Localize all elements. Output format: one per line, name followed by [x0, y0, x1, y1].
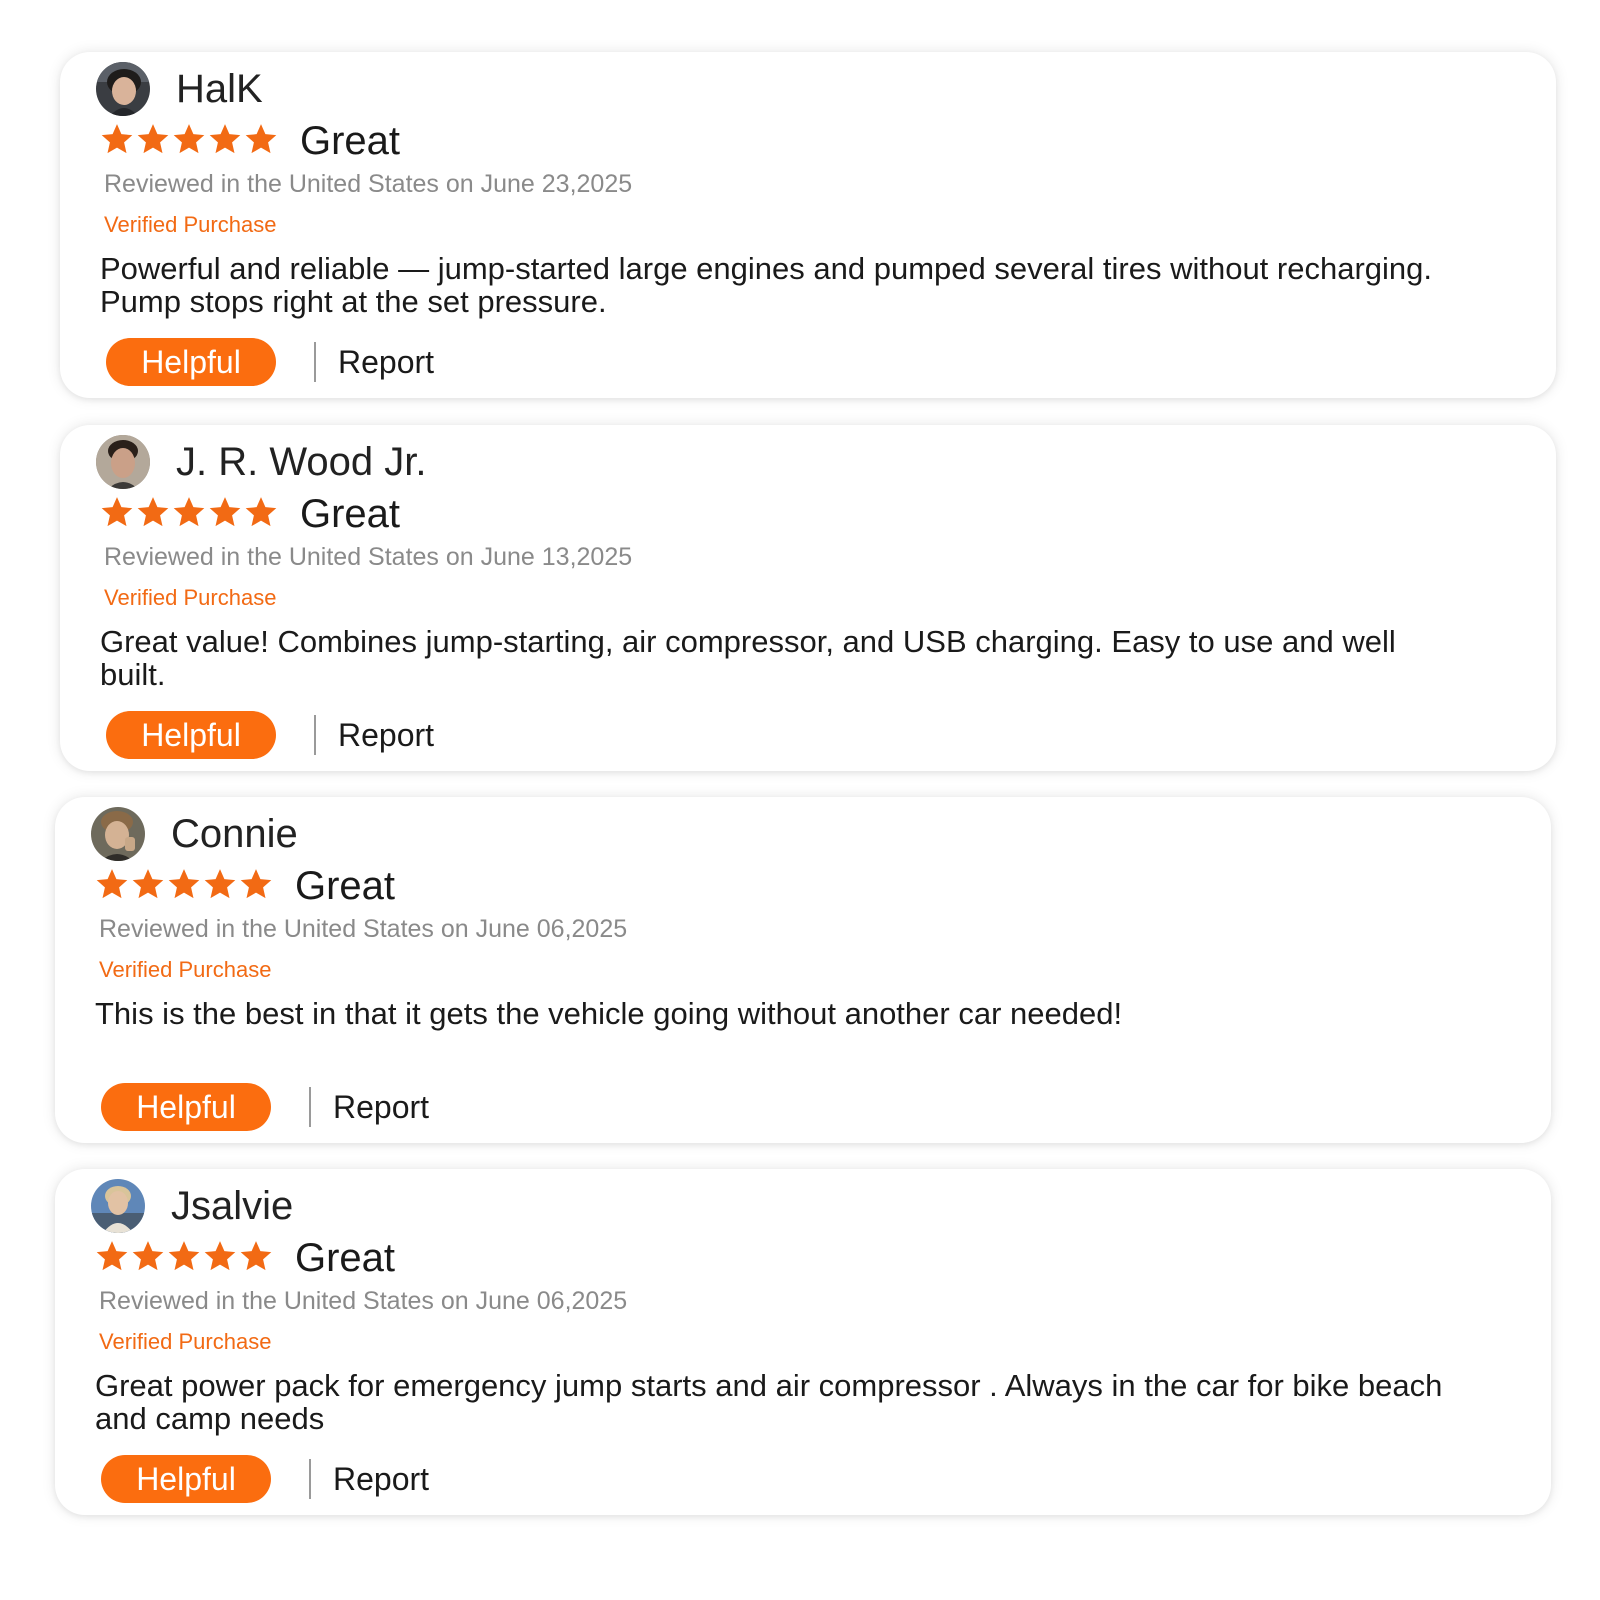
reviewer-name: Jsalvie: [171, 1184, 294, 1228]
review-date: Reviewed in the United States on June 06…: [99, 915, 628, 943]
star-icon: [168, 869, 200, 899]
review-body: Great value! Combines jump-starting, air…: [100, 624, 1396, 692]
divider: [309, 1459, 311, 1499]
star-icon: [96, 1241, 128, 1271]
review-date: Reviewed in the United States on June 23…: [104, 170, 633, 198]
report-link[interactable]: Report: [333, 1455, 429, 1503]
review-card: HalK Great Reviewed in the United States…: [60, 52, 1556, 398]
reviewer-name: J. R. Wood Jr.: [176, 440, 427, 484]
star-icon: [204, 1241, 236, 1271]
review-card: J. R. Wood Jr. Great Reviewed in the Uni…: [60, 425, 1556, 771]
review-body: Powerful and reliable — jump-started lar…: [100, 251, 1433, 319]
star-icon: [101, 497, 133, 527]
verified-purchase-badge: Verified Purchase: [99, 957, 272, 982]
helpful-button[interactable]: Helpful: [101, 1083, 271, 1131]
report-link[interactable]: Report: [338, 711, 434, 759]
star-icon: [173, 497, 205, 527]
star-rating: [95, 1239, 273, 1273]
star-icon: [245, 497, 277, 527]
review-headline: Great: [295, 864, 396, 908]
reviewer-avatar: [91, 1179, 145, 1233]
review-date: Reviewed in the United States on June 06…: [99, 1287, 628, 1315]
star-rating: [95, 867, 273, 901]
star-icon: [240, 1241, 272, 1271]
reviewer-name: HalK: [176, 67, 263, 111]
helpful-button[interactable]: Helpful: [101, 1455, 271, 1503]
divider: [314, 715, 316, 755]
star-icon: [137, 497, 169, 527]
review-headline: Great: [300, 119, 401, 163]
star-icon: [96, 869, 128, 899]
star-icon: [132, 1241, 164, 1271]
review-body: This is the best in that it gets the veh…: [95, 996, 1123, 1031]
star-icon: [245, 124, 277, 154]
report-link[interactable]: Report: [338, 338, 434, 386]
review-body: Great power pack for emergency jump star…: [95, 1368, 1443, 1436]
star-icon: [209, 497, 241, 527]
star-icon: [137, 124, 169, 154]
star-icon: [173, 124, 205, 154]
star-icon: [240, 869, 272, 899]
star-icon: [168, 1241, 200, 1271]
divider: [314, 342, 316, 382]
star-icon: [209, 124, 241, 154]
star-icon: [132, 869, 164, 899]
verified-purchase-badge: Verified Purchase: [99, 1329, 272, 1354]
reviewer-avatar: [96, 62, 150, 116]
star-icon: [101, 124, 133, 154]
report-link[interactable]: Report: [333, 1083, 429, 1131]
helpful-button[interactable]: Helpful: [106, 711, 276, 759]
helpful-button[interactable]: Helpful: [106, 338, 276, 386]
review-headline: Great: [300, 492, 401, 536]
reviewer-avatar: [91, 807, 145, 861]
star-icon: [204, 869, 236, 899]
verified-purchase-badge: Verified Purchase: [104, 212, 277, 237]
reviewer-name: Connie: [171, 812, 298, 856]
review-card: Jsalvie Great Reviewed in the United Sta…: [55, 1169, 1551, 1515]
star-rating: [100, 122, 278, 156]
reviewer-avatar: [96, 435, 150, 489]
verified-purchase-badge: Verified Purchase: [104, 585, 277, 610]
review-card: Connie Great Reviewed in the United Stat…: [55, 797, 1551, 1143]
review-headline: Great: [295, 1236, 396, 1280]
review-date: Reviewed in the United States on June 13…: [104, 543, 633, 571]
divider: [309, 1087, 311, 1127]
star-rating: [100, 495, 278, 529]
